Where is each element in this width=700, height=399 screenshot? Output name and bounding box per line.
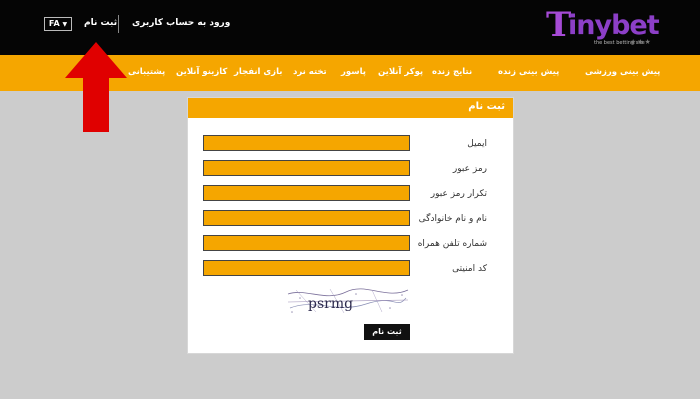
star-icons: ★★★ bbox=[630, 38, 652, 46]
nav-sports-betting[interactable]: پیش بینی ورزشی bbox=[585, 67, 660, 77]
email-field[interactable] bbox=[203, 135, 410, 151]
nav-support[interactable]: پشتیبانی bbox=[128, 67, 165, 77]
phone-field[interactable] bbox=[203, 235, 410, 251]
register-link[interactable]: ثبت نام bbox=[84, 18, 117, 28]
password-repeat-field[interactable] bbox=[203, 185, 410, 201]
chevron-down-icon: ▼ bbox=[62, 21, 68, 28]
captcha-text: psrmg bbox=[308, 296, 353, 312]
password-field[interactable] bbox=[203, 160, 410, 176]
fullname-field[interactable] bbox=[203, 210, 410, 226]
tinybet-logo[interactable]: T inybet the best betting site ★★★ bbox=[546, 6, 660, 48]
login-link[interactable]: ورود به حساب کاربری bbox=[132, 18, 230, 28]
captcha-image: psrmg bbox=[286, 286, 410, 316]
logo-wordmark: inybet bbox=[568, 10, 660, 41]
register-form-panel: ثبت نام ایمیل رمز عبور تکرار رمز عبور نا… bbox=[187, 97, 514, 354]
header-divider bbox=[118, 15, 119, 33]
security-code-label: کد امنیتی bbox=[452, 264, 487, 274]
fullname-label: نام و نام خانوادگی bbox=[418, 214, 487, 224]
phone-label: شماره تلفن همراه bbox=[417, 239, 487, 249]
nav-online-poker[interactable]: پوکر آنلاین bbox=[378, 67, 423, 77]
nav-pasur[interactable]: پاسور bbox=[341, 67, 366, 77]
security-code-field[interactable] bbox=[203, 260, 410, 276]
form-title: ثبت نام bbox=[468, 101, 505, 112]
nav-backgammon[interactable]: تخته نرد bbox=[293, 67, 327, 77]
email-label: ایمیل bbox=[467, 139, 487, 149]
password-repeat-label: تکرار رمز عبور bbox=[430, 189, 487, 199]
form-header: ثبت نام bbox=[188, 98, 513, 118]
nav-live-betting[interactable]: پیش بینی زنده bbox=[498, 67, 559, 77]
nav-online-casino[interactable]: کازینو آنلاین bbox=[176, 67, 227, 77]
red-arrow-annotation bbox=[65, 42, 127, 132]
language-label: FA bbox=[48, 19, 60, 28]
language-selector[interactable]: FA ▼ bbox=[44, 17, 72, 31]
password-label: رمز عبور bbox=[452, 164, 487, 174]
nav-crash-game[interactable]: بازی انفجار bbox=[234, 67, 282, 77]
nav-live-results[interactable]: نتایج زنده bbox=[432, 67, 472, 77]
register-submit-button[interactable]: ثبت نام bbox=[364, 324, 410, 340]
